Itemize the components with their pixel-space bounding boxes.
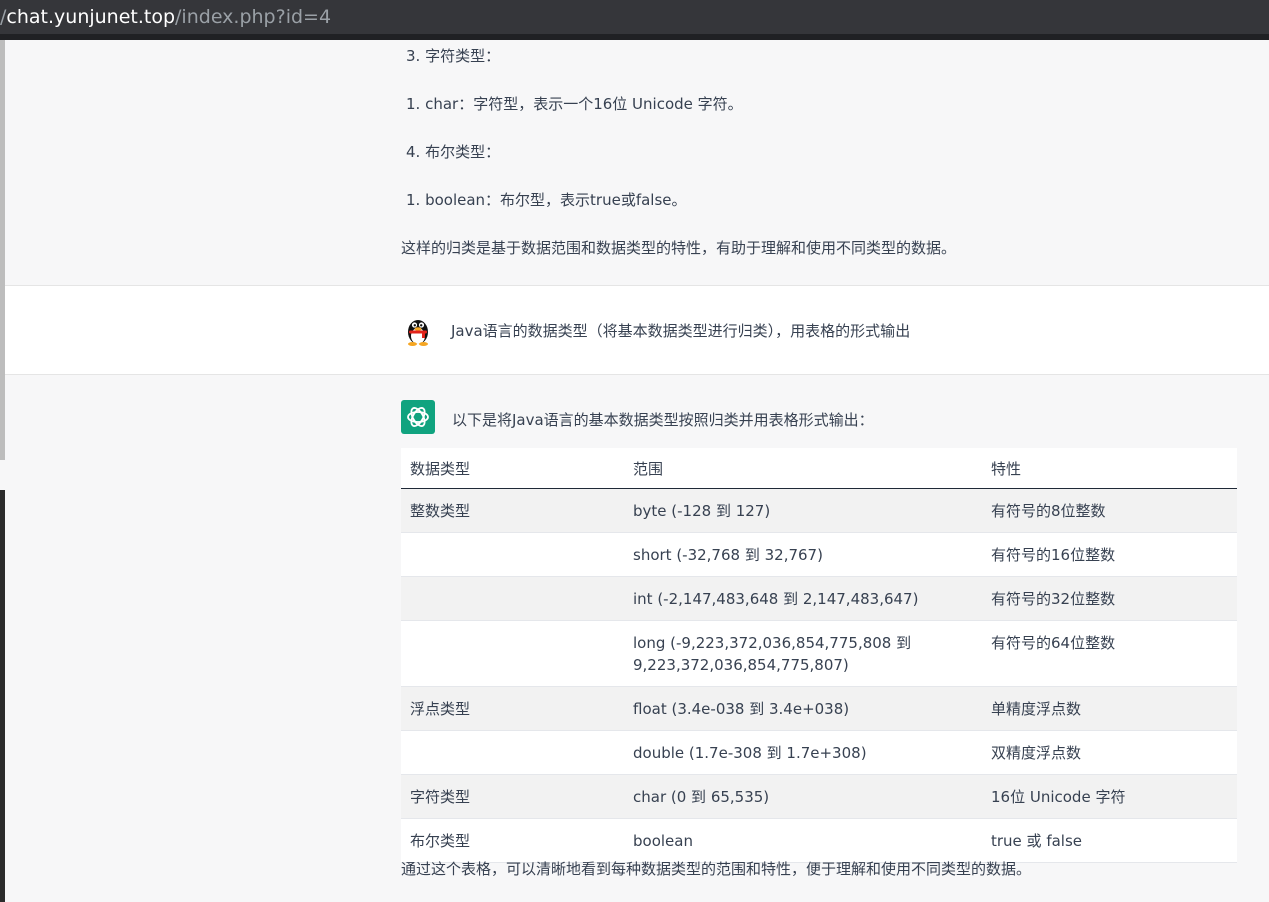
header-cell: 特性	[982, 448, 1237, 489]
answer-line: 4. 布尔类型：	[406, 143, 501, 161]
table-cell: double (1.7e-308 到 1.7e+308)	[624, 730, 982, 775]
table-cell	[401, 730, 624, 775]
table-row: long (-9,223,372,036,854,775,808 到 9,223…	[401, 620, 1237, 687]
table-cell: 浮点类型	[401, 686, 624, 731]
table-cell: 布尔类型	[401, 818, 624, 863]
answer-summary: 这样的归类是基于数据范围和数据类型的特性，有助于理解和使用不同类型的数据。	[401, 239, 957, 257]
answer-line: 1. boolean：布尔型，表示true或false。	[406, 191, 687, 209]
table-row: 整数类型 byte (-128 到 127) 有符号的8位整数	[401, 488, 1237, 533]
table-header-row: 数据类型 范围 特性	[401, 448, 1237, 489]
table-row: int (-2,147,483,648 到 2,147,483,647) 有符号…	[401, 576, 1237, 621]
table-cell: 有符号的8位整数	[982, 488, 1237, 533]
table-cell: true 或 false	[982, 818, 1237, 863]
table-row: 字符类型 char (0 到 65,535) 16位 Unicode 字符	[401, 774, 1237, 819]
table-cell: 有符号的32位整数	[982, 576, 1237, 621]
data-types-table: 数据类型 范围 特性 整数类型 byte (-128 到 127) 有符号的8位…	[401, 448, 1237, 863]
table-cell: long (-9,223,372,036,854,775,808 到 9,223…	[624, 620, 982, 687]
table-cell: 双精度浮点数	[982, 730, 1237, 775]
table-cell: 有符号的16位整数	[982, 532, 1237, 577]
assistant-intro: 以下是将Java语言的基本数据类型按照归类并用表格形式输出：	[452, 411, 874, 429]
table-cell: boolean	[624, 818, 982, 863]
url-path: /index.php?id=4	[175, 6, 332, 28]
table-cell: 整数类型	[401, 488, 624, 533]
answer-line: 3. 字符类型：	[406, 47, 501, 65]
table-row: short (-32,768 到 32,767) 有符号的16位整数	[401, 532, 1237, 577]
table-cell: char (0 到 65,535)	[624, 774, 982, 819]
header-cell: 范围	[624, 448, 982, 489]
table-cell	[401, 532, 624, 577]
table-row: double (1.7e-308 到 1.7e+308) 双精度浮点数	[401, 730, 1237, 775]
table-cell: 有符号的64位整数	[982, 620, 1237, 687]
table-row: 浮点类型 float (3.4e-038 到 3.4e+038) 单精度浮点数	[401, 686, 1237, 731]
assistant-outro: 通过这个表格，可以清晰地看到每种数据类型的范围和特性，便于理解和使用不同类型的数…	[401, 860, 1032, 878]
table-cell: 单精度浮点数	[982, 686, 1237, 731]
url-host: chat.yunjunet.top	[6, 6, 176, 28]
address-bar[interactable]: /chat.yunjunet.top/index.php?id=4	[0, 0, 1269, 34]
table-cell: 字符类型	[401, 774, 624, 819]
table-row: 布尔类型 boolean true 或 false	[401, 818, 1237, 863]
openai-logo-icon	[401, 400, 435, 434]
table-cell: short (-32,768 到 32,767)	[624, 532, 982, 577]
table-cell: int (-2,147,483,648 到 2,147,483,647)	[624, 576, 982, 621]
table-cell	[401, 576, 624, 621]
table-cell: float (3.4e-038 到 3.4e+038)	[624, 686, 982, 731]
table-cell: byte (-128 到 127)	[624, 488, 982, 533]
user-message-text: Java语言的数据类型（将基本数据类型进行归类），用表格的形式输出	[451, 322, 911, 340]
header-cell: 数据类型	[401, 448, 624, 489]
qq-penguin-icon	[408, 320, 428, 346]
table-cell	[401, 620, 624, 687]
answer-line: 1. char：字符型，表示一个16位 Unicode 字符。	[406, 95, 743, 113]
table-cell: 16位 Unicode 字符	[982, 774, 1237, 819]
